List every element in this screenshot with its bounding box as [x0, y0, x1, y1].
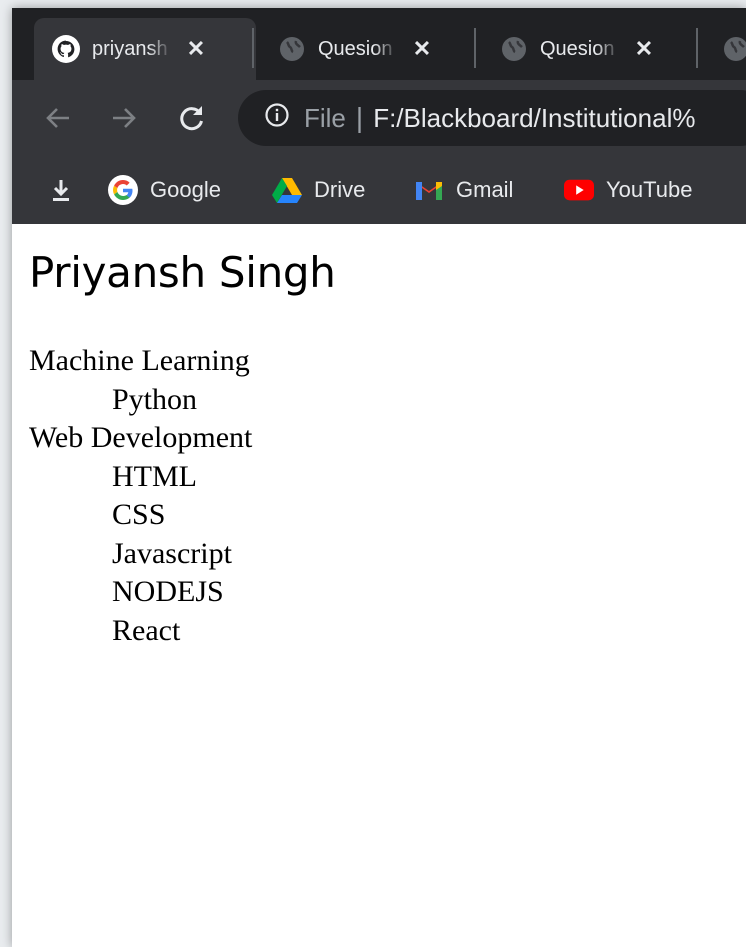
list-item: Python — [112, 382, 198, 416]
tab-title: Quesion — [318, 37, 393, 60]
back-button[interactable] — [38, 96, 78, 140]
tab-separator — [696, 28, 698, 68]
close-icon[interactable]: ✕ — [410, 36, 434, 62]
globe-icon — [500, 35, 528, 63]
gmail-icon — [414, 175, 444, 205]
list-item: CSS — [112, 498, 166, 531]
browser-toolbar: File | F:/Blackboard/Institutional% — [12, 80, 746, 156]
list-item: HTML — [112, 459, 197, 493]
scheme-label: File — [304, 102, 346, 133]
arrow-left-icon — [46, 108, 69, 128]
reload-icon — [180, 106, 203, 131]
bookmark-gmail[interactable]: Gmail — [414, 170, 513, 210]
omnibox-divider: | — [355, 102, 364, 133]
globe-icon — [722, 35, 746, 63]
list-item: React — [112, 613, 181, 647]
tab-title: Quesion — [540, 37, 615, 60]
bookmark-label: YouTube — [606, 177, 693, 202]
youtube-icon — [564, 175, 594, 205]
bookmark-drive[interactable]: Drive — [272, 170, 365, 210]
browser-window: priyansh ✕ Quesion ✕ Quesion ✕ File | F:… — [12, 8, 746, 947]
download-icon — [46, 175, 76, 205]
page-content: Priyansh Singh Machine Learning Python W… — [12, 224, 746, 947]
bookmark-label: Gmail — [456, 177, 514, 202]
bookmark-youtube[interactable]: YouTube — [564, 170, 692, 210]
tab-separator — [252, 28, 254, 68]
bookmark-label: Google — [150, 177, 221, 202]
bookmark-google[interactable]: Google — [108, 170, 221, 210]
skills-list: Machine Learning Python Web Development … — [29, 342, 252, 650]
arrow-right-icon — [113, 108, 136, 128]
tab-quesion-1[interactable]: Quesion ✕ — [266, 18, 434, 80]
download-bookmark[interactable] — [46, 170, 88, 210]
tab-partial[interactable] — [710, 18, 746, 80]
tab-title: priyansh — [92, 37, 168, 60]
list-item: Javascript — [112, 536, 232, 570]
info-icon[interactable] — [264, 102, 290, 135]
tab-separator — [474, 28, 476, 68]
close-icon[interactable]: ✕ — [184, 36, 208, 62]
forward-button[interactable] — [104, 96, 144, 140]
url-text[interactable]: F:/Blackboard/Institutional% — [373, 103, 695, 134]
address-bar[interactable]: File | F:/Blackboard/Institutional% — [238, 90, 746, 146]
tab-strip: priyansh ✕ Quesion ✕ Quesion ✕ — [12, 8, 746, 80]
tab-priyansh[interactable]: priyansh ✕ — [34, 18, 256, 80]
bookmark-label: Drive — [314, 177, 366, 202]
reload-button[interactable] — [172, 96, 212, 140]
section-label: Web Development — [29, 421, 253, 454]
google-icon — [108, 175, 138, 205]
close-icon[interactable]: ✕ — [632, 36, 656, 62]
globe-icon — [278, 35, 306, 63]
drive-icon — [272, 175, 302, 205]
tab-quesion-2[interactable]: Quesion ✕ — [488, 18, 656, 80]
list-item: NODEJS — [112, 575, 224, 608]
page-title: Priyansh Singh — [29, 248, 336, 297]
github-icon — [52, 35, 80, 63]
bookmarks-bar: Google Drive Gmail YouTube — [12, 156, 746, 224]
section-label: Machine Learning — [29, 344, 250, 377]
